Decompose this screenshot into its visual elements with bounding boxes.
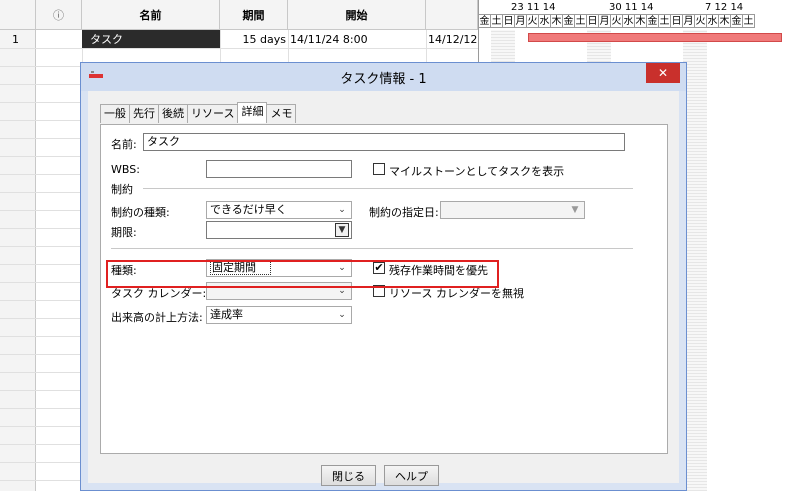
name-field[interactable]: タスク xyxy=(143,133,625,151)
close-window-button[interactable]: ✕ xyxy=(646,63,680,83)
start-cell[interactable]: 14/11/24 8:00 xyxy=(290,30,426,48)
gantt-day: 水 xyxy=(539,15,551,27)
dropdown-arrow-icon: ▼ xyxy=(335,223,349,237)
task-name-cell[interactable]: タスク xyxy=(82,30,220,48)
tab-resources[interactable]: リソース xyxy=(187,104,239,123)
earned-value-label: 出来高の計上方法: xyxy=(111,311,203,324)
tab-general[interactable]: 一般 xyxy=(100,104,130,123)
chevron-down-icon: ⌄ xyxy=(338,310,346,320)
gantt-day: 火 xyxy=(611,15,623,27)
close-icon: ✕ xyxy=(657,66,669,80)
tab-notes[interactable]: メモ xyxy=(266,104,297,123)
constraint-type-value: できるだけ早く xyxy=(210,203,287,216)
gantt-week-label: 7 12 14 xyxy=(705,2,744,13)
tab-successors[interactable]: 後続 xyxy=(158,104,188,123)
dialog-title: タスク情報 - 1 xyxy=(340,71,427,87)
row-number[interactable]: 1 xyxy=(12,30,32,48)
app-icon xyxy=(89,71,103,78)
milestone-label: マイルストーンとしてタスクを表示 xyxy=(389,165,565,178)
gantt-day: 土 xyxy=(491,15,503,27)
dialog-titlebar[interactable]: タスク情報 - 1 ✕ xyxy=(81,63,686,91)
constraint-date-picker[interactable]: ▼ xyxy=(440,201,585,219)
gantt-week-label: 30 11 14 xyxy=(609,2,654,13)
gantt-day-header: 金 土 日 月 火 水 木 金 土 日 月 火 水 木 金 土 日 月 火 水 … xyxy=(479,14,755,28)
deadline-label: 期限: xyxy=(111,226,137,239)
gantt-day: 月 xyxy=(599,15,611,27)
gantt-day: 金 xyxy=(731,15,743,27)
help-button[interactable]: ヘルプ xyxy=(384,465,439,486)
gantt-day: 金 xyxy=(563,15,575,27)
gantt-day: 火 xyxy=(695,15,707,27)
gantt-day: 金 xyxy=(647,15,659,27)
grid-header: ⓘ 名前 期間 開始 xyxy=(0,0,478,30)
gantt-day: 火 xyxy=(527,15,539,27)
earned-value-value: 達成率 xyxy=(210,308,243,321)
gantt-day: 水 xyxy=(707,15,719,27)
gantt-day: 木 xyxy=(635,15,647,27)
grid-row-line xyxy=(0,48,478,49)
advanced-tab-panel: 名前: タスク WBS: マイルストーンとしてタスクを表示 制約 制約の種類: … xyxy=(100,124,668,454)
name-column-header[interactable]: 名前 xyxy=(82,0,220,30)
gantt-task-bar[interactable] xyxy=(528,33,782,42)
duration-cell[interactable]: 15 days xyxy=(220,30,288,48)
gantt-day: 金 xyxy=(479,15,491,27)
milestone-checkbox[interactable] xyxy=(373,163,385,175)
constraint-type-label: 制約の種類: xyxy=(111,206,170,219)
section-separator xyxy=(111,248,633,249)
constraint-section-label: 制約 xyxy=(111,183,133,196)
wbs-field[interactable] xyxy=(206,160,352,178)
finish-column-header[interactable] xyxy=(426,0,478,30)
gantt-day: 日 xyxy=(587,15,599,27)
earned-value-select[interactable]: 達成率 ⌄ xyxy=(206,306,352,324)
tab-predecessors[interactable]: 先行 xyxy=(129,104,159,123)
gantt-day: 木 xyxy=(719,15,731,27)
tab-strip: 一般 先行 後続 リソース 詳細 メモ xyxy=(100,102,297,124)
highlight-annotation xyxy=(106,260,499,288)
wbs-label: WBS: xyxy=(111,163,140,176)
gantt-day: 土 xyxy=(575,15,587,27)
row-number-column xyxy=(0,30,36,491)
indicator-column-header[interactable]: ⓘ xyxy=(36,0,82,30)
chevron-down-icon: ⌄ xyxy=(338,205,346,215)
gantt-day: 日 xyxy=(671,15,683,27)
gantt-day: 日 xyxy=(503,15,515,27)
gantt-day: 土 xyxy=(743,15,755,27)
gantt-day: 土 xyxy=(659,15,671,27)
finish-cell[interactable]: 14/12/12 xyxy=(428,30,478,48)
gantt-week-label: 23 11 14 xyxy=(511,2,556,13)
close-button[interactable]: 閉じる xyxy=(321,465,376,486)
duration-column-header[interactable]: 期間 xyxy=(220,0,288,30)
dropdown-arrow-icon: ▼ xyxy=(571,205,579,215)
deadline-date-picker[interactable]: ▼ xyxy=(206,221,352,239)
gantt-day: 月 xyxy=(515,15,527,27)
start-column-header[interactable]: 開始 xyxy=(288,0,426,30)
row-number-header xyxy=(0,0,36,30)
gantt-day: 木 xyxy=(551,15,563,27)
constraint-date-label: 制約の指定日: xyxy=(369,206,439,219)
constraint-type-select[interactable]: できるだけ早く ⌄ xyxy=(206,201,352,219)
constraint-separator xyxy=(143,188,633,189)
tab-advanced[interactable]: 詳細 xyxy=(237,102,268,123)
gantt-day: 水 xyxy=(623,15,635,27)
name-label: 名前: xyxy=(111,138,137,151)
gantt-day: 月 xyxy=(683,15,695,27)
